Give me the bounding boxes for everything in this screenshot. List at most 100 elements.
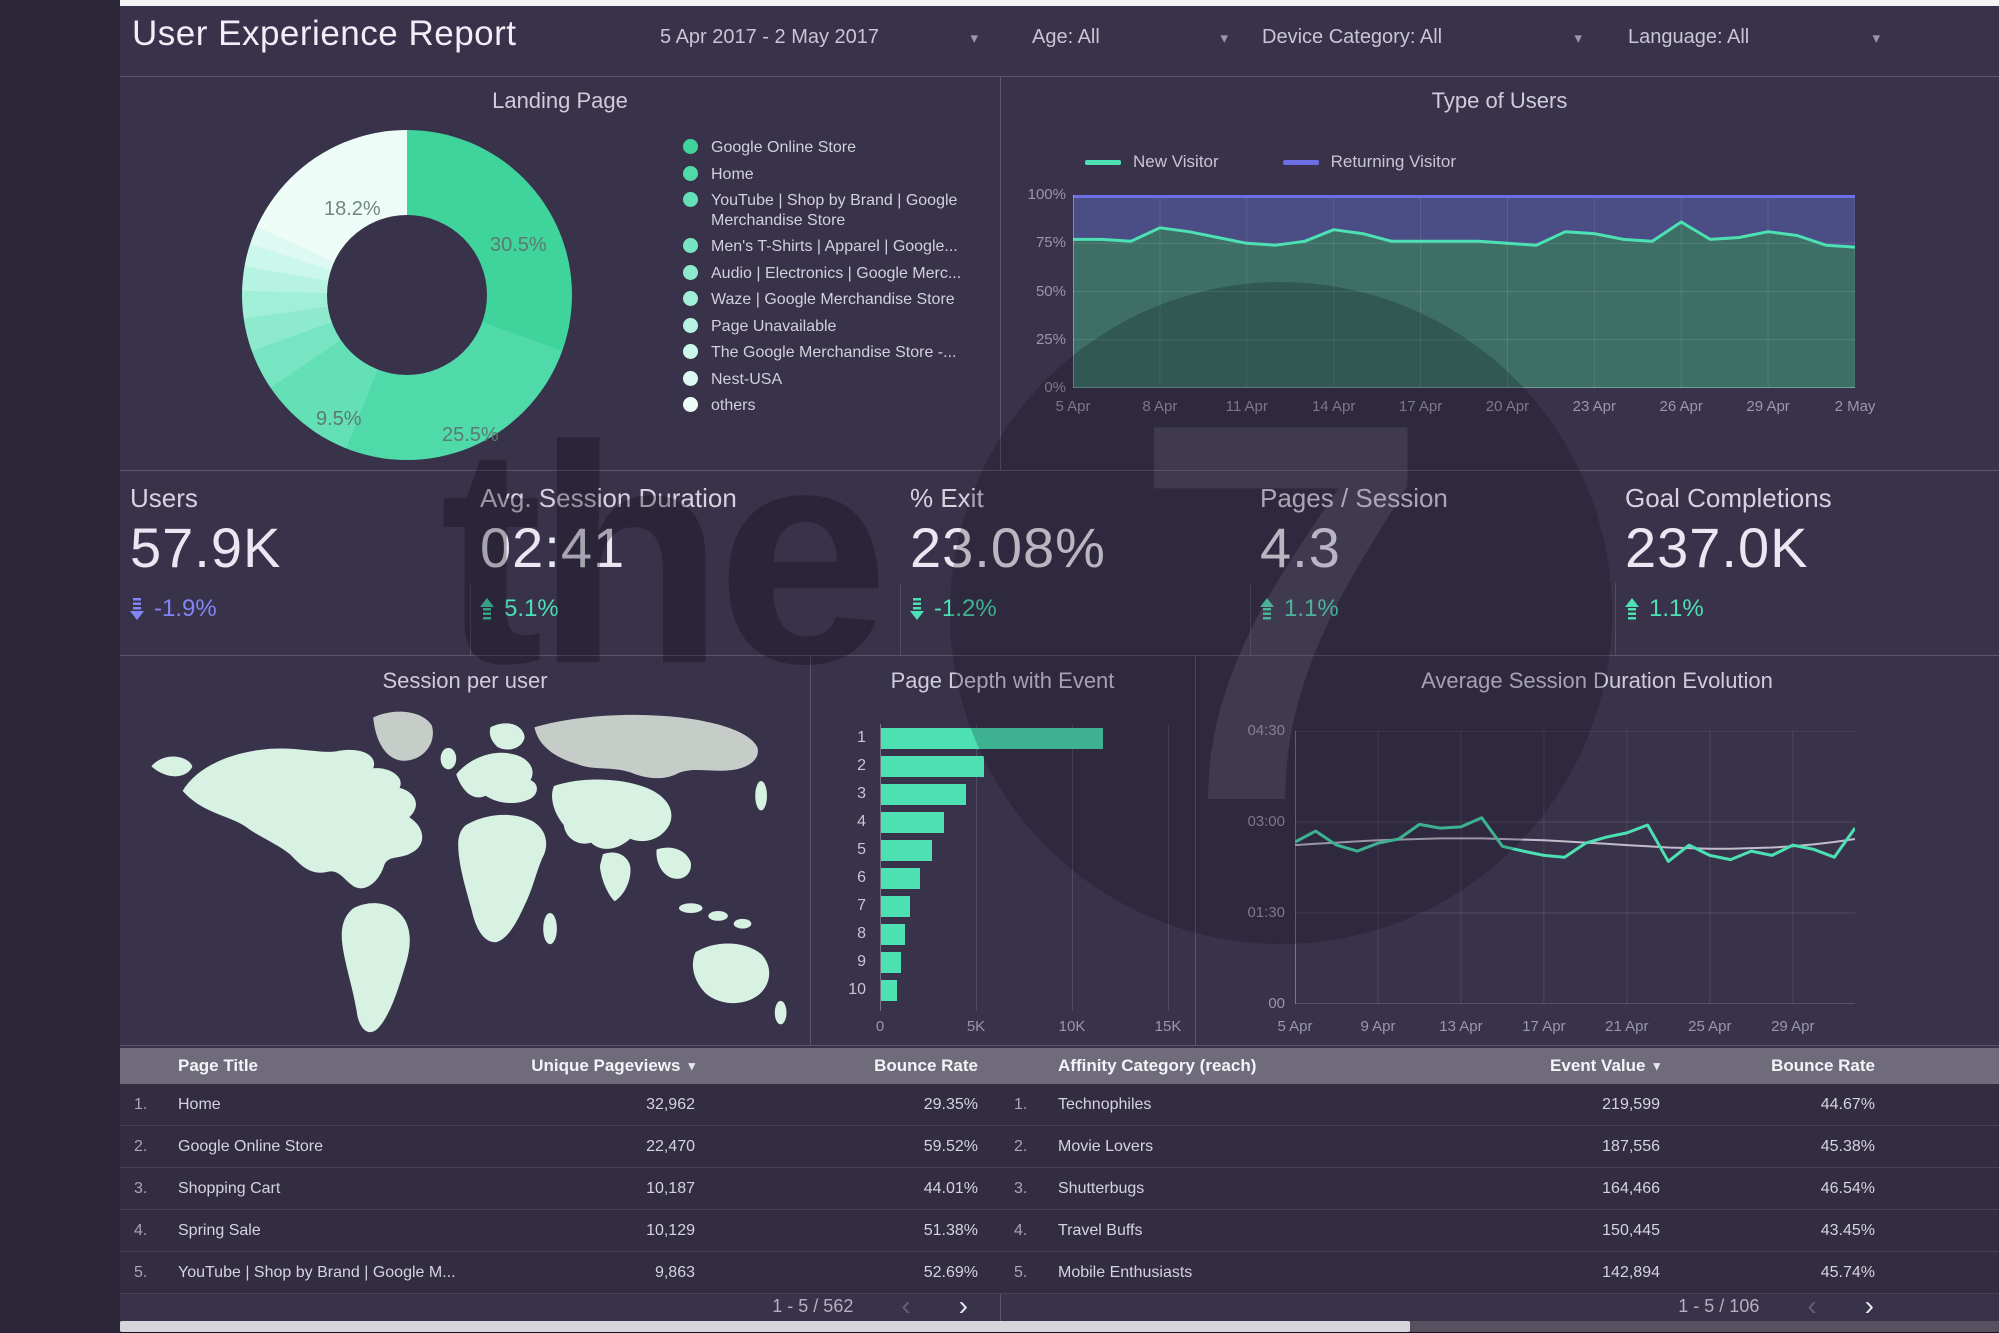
evolution-panel: Average Session Duration Evolution 04:30… <box>1195 656 1999 1045</box>
column-header-event-value[interactable]: Event Value ▾ <box>1550 1048 1660 1084</box>
table-row: 3. Shutterbugs 164,466 46.54% <box>1000 1168 1999 1210</box>
legend-label: Men's T-Shirts | Apparel | Google... <box>711 238 958 256</box>
landing-page-donut-chart[interactable] <box>242 130 572 460</box>
column-header-bounce-rate[interactable]: Bounce Rate <box>1771 1048 1875 1084</box>
line-chart-plot <box>1295 731 1855 1004</box>
pagination-prev-button[interactable]: ‹ <box>1807 1292 1816 1320</box>
date-range-value: 5 Apr 2017 - 2 May 2017 <box>660 26 880 48</box>
date-range-control[interactable]: 5 Apr 2017 - 2 May 2017 ▾ <box>660 26 978 49</box>
continent-europe <box>456 752 537 804</box>
row-metric-value: 9,863 <box>654 1263 695 1281</box>
y-tick-label: 75% <box>1035 234 1066 252</box>
language-filter[interactable]: Language: All ▾ <box>1628 26 1880 49</box>
table-header: Affinity Category (reach) Event Value ▾ … <box>1000 1048 1999 1084</box>
column-header-page-title[interactable]: Page Title <box>178 1048 258 1084</box>
bar <box>881 756 985 777</box>
bar-category-label: 8 <box>857 925 866 942</box>
y-tick-label: 50% <box>1035 282 1066 300</box>
column-header-affinity-category[interactable]: Affinity Category (reach) <box>1058 1048 1256 1084</box>
donut-slice-label: 18.2% <box>324 198 381 220</box>
kpi-avg-session-duration: Avg. Session Duration 02:41 5.1% <box>480 471 840 655</box>
donut-slice-label: 25.5% <box>442 424 499 446</box>
donut-hole <box>327 215 487 375</box>
row-bounce-rate: 51.38% <box>923 1221 978 1239</box>
row-title: Shopping Cart <box>178 1179 281 1197</box>
gridline <box>1168 724 1169 1011</box>
legend-label: Waze | Google Merchandise Store <box>711 291 955 309</box>
column-header-unique-pageviews[interactable]: Unique Pageviews ▾ <box>531 1048 695 1084</box>
x-tick-label: 2 May <box>1834 398 1876 415</box>
region-india <box>599 852 631 902</box>
row-index: 1. <box>134 1095 148 1113</box>
session-duration-evolution-chart[interactable]: 04:30 03:00 01:30 00 5 Apr 9 Apr 13 Apr 17 Apr 2… <box>1195 656 1999 1045</box>
world-map[interactable] <box>142 698 790 1040</box>
x-tick-label: 25 Apr <box>1688 1018 1732 1035</box>
legend-label: Home <box>711 165 754 183</box>
table-row: 4. Spring Sale 10,129 51.38% <box>120 1210 1000 1252</box>
region-alaska <box>151 756 193 777</box>
row-title: Home <box>178 1095 221 1113</box>
kpi-label: Goal Completions <box>1625 483 1832 513</box>
donut-legend: Google Online Store Home YouTube | Shop by… <box>683 138 985 423</box>
table-row: 4. Travel Buffs 150,445 43.45% <box>1000 1210 1999 1252</box>
row-bounce-rate: 52.69% <box>923 1263 978 1281</box>
caret-down-icon: ▾ <box>970 29 978 47</box>
age-filter[interactable]: Age: All ▾ <box>1032 26 1228 49</box>
kpi-value: 23.08% <box>910 516 1106 579</box>
bar-category-label: 10 <box>848 981 866 998</box>
type-of-users-panel: Type of Users New Visitor Returning Visi… <box>1000 76 1999 470</box>
legend-swatch <box>683 238 698 254</box>
pagination-range: 1 - 5 / 562 <box>772 1295 854 1316</box>
x-tick-label: 5 Apr <box>1055 398 1091 415</box>
region-indonesia <box>733 918 752 929</box>
trend-arrow-icon <box>1260 597 1275 621</box>
session-per-user-panel: Session per user <box>120 656 810 1045</box>
y-tick-label: 03:00 <box>1247 813 1285 830</box>
table-pagination: 1 - 5 / 106 ‹ › <box>1000 1290 1999 1322</box>
row-index: 3. <box>134 1179 148 1197</box>
divider <box>120 1045 1999 1046</box>
x-tick-label: 17 Apr <box>1522 1018 1566 1035</box>
kpi-delta-value: 5.1% <box>504 595 559 622</box>
report-canvas: User Experience Report 5 Apr 2017 - 2 Ma… <box>120 0 1999 1333</box>
x-tick-label: 9 Apr <box>1360 1018 1396 1035</box>
region-japan <box>755 781 767 811</box>
table-row: 5. Mobile Enthusiasts 142,894 45.74% <box>1000 1252 1999 1294</box>
trend-arrow-icon <box>910 597 925 621</box>
y-tick-label: 0% <box>1044 379 1066 396</box>
pagination-next-button[interactable]: › <box>959 1292 968 1320</box>
device-category-filter[interactable]: Device Category: All ▾ <box>1262 26 1582 49</box>
row-title: Travel Buffs <box>1058 1221 1143 1239</box>
type-of-users-chart[interactable] <box>1073 195 1855 388</box>
kpi-label: Users <box>130 483 198 513</box>
age-filter-value: Age: All <box>1032 26 1100 48</box>
kpi-delta: 5.1% <box>480 595 559 623</box>
x-tick-label: 23 Apr <box>1572 398 1617 415</box>
panel-title: Type of Users <box>1431 88 1568 113</box>
pagination-next-button[interactable]: › <box>1865 1292 1874 1320</box>
kpi-value: 02:41 <box>480 516 626 579</box>
legend-label: New Visitor <box>1133 152 1219 171</box>
legend-label: Returning Visitor <box>1330 152 1457 171</box>
legend-item-new-visitor: New Visitor <box>1085 152 1219 172</box>
legend-label: YouTube | Shop by Brand | Google Merchan… <box>711 192 958 229</box>
horizontal-scrollbar[interactable] <box>120 1321 1999 1332</box>
continent-africa <box>458 814 547 943</box>
page-depth-chart[interactable]: 0 5K 10K 15K 1 2 3 4 5 6 7 8 9 10 <box>810 656 1195 1045</box>
divider <box>470 583 471 655</box>
legend-item: others <box>683 396 985 416</box>
continent-australia <box>692 943 770 1004</box>
bar-category-label: 2 <box>857 757 866 774</box>
kpi-delta-value: 1.1% <box>1649 595 1704 622</box>
legend-swatch <box>683 165 698 181</box>
table-row: 2. Google Online Store 22,470 59.52% <box>120 1126 1000 1168</box>
x-tick-label: 13 Apr <box>1439 1018 1483 1035</box>
scrollbar-thumb[interactable] <box>120 1321 1410 1332</box>
region-central-asia <box>552 779 672 849</box>
pagination-prev-button[interactable]: ‹ <box>901 1292 910 1320</box>
row-bounce-rate: 44.67% <box>1820 1095 1875 1113</box>
table-row: 1. Home 32,962 29.35% <box>120 1084 1000 1126</box>
bar-category-label: 6 <box>857 869 866 886</box>
column-header-bounce-rate[interactable]: Bounce Rate <box>874 1048 978 1084</box>
pagination-range: 1 - 5 / 106 <box>1678 1295 1760 1316</box>
